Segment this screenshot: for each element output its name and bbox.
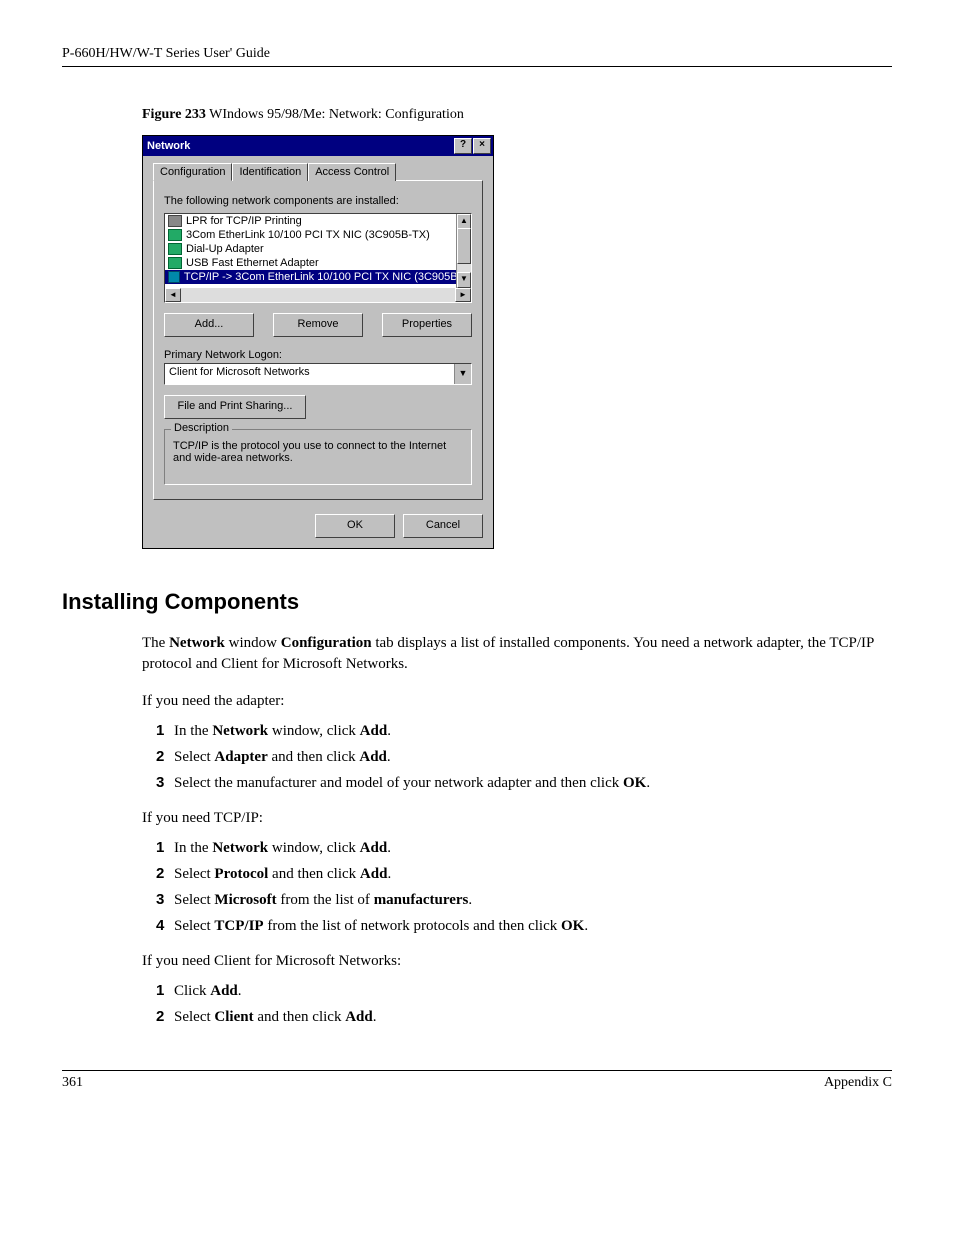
tab-panel: The following network components are ins… bbox=[153, 180, 483, 500]
chevron-down-icon[interactable]: ▼ bbox=[454, 364, 471, 384]
step: 3Select Microsoft from the list of manuf… bbox=[156, 891, 892, 909]
network-dialog: Network ? × Configuration Identification… bbox=[142, 135, 494, 549]
list-item-selected[interactable]: TCP/IP -> 3Com EtherLink 10/100 PCI TX N… bbox=[165, 270, 471, 284]
step: 2Select Adapter and then click Add. bbox=[156, 748, 892, 766]
tcpip-steps: 1In the Network window, click Add. 2Sele… bbox=[156, 839, 892, 935]
description-legend: Description bbox=[171, 422, 232, 434]
header-rule bbox=[62, 66, 892, 67]
titlebar: Network ? × bbox=[143, 136, 493, 156]
combo-value: Client for Microsoft Networks bbox=[165, 364, 454, 384]
help-icon[interactable]: ? bbox=[454, 138, 472, 154]
step: 4Select TCP/IP from the list of network … bbox=[156, 917, 892, 935]
close-icon[interactable]: × bbox=[473, 138, 491, 154]
adapter-lead: If you need the adapter: bbox=[142, 691, 892, 712]
step: 1In the Network window, click Add. bbox=[156, 722, 892, 740]
figure-number: Figure 233 bbox=[142, 107, 206, 122]
adapter-icon bbox=[168, 257, 182, 269]
remove-button[interactable]: Remove bbox=[273, 313, 363, 337]
description-group: Description TCP/IP is the protocol you u… bbox=[164, 429, 472, 485]
vertical-scrollbar[interactable]: ▲ ▼ bbox=[456, 214, 471, 288]
client-lead: If you need Client for Microsoft Network… bbox=[142, 951, 892, 972]
adapter-icon bbox=[168, 229, 182, 241]
tab-identification[interactable]: Identification bbox=[232, 163, 308, 181]
running-header: P-660H/HW/W-T Series User' Guide bbox=[62, 46, 892, 62]
adapter-steps: 1In the Network window, click Add. 2Sele… bbox=[156, 722, 892, 792]
step: 1In the Network window, click Add. bbox=[156, 839, 892, 857]
appendix-label: Appendix C bbox=[824, 1075, 892, 1091]
components-label: The following network components are ins… bbox=[164, 195, 472, 207]
file-print-sharing-button[interactable]: File and Print Sharing... bbox=[164, 395, 306, 419]
step: 3Select the manufacturer and model of yo… bbox=[156, 774, 892, 792]
description-text: TCP/IP is the protocol you use to connec… bbox=[173, 440, 463, 464]
components-listbox[interactable]: LPR for TCP/IP Printing 3Com EtherLink 1… bbox=[164, 213, 472, 303]
titlebar-title: Network bbox=[147, 140, 190, 152]
page-number: 361 bbox=[62, 1075, 83, 1091]
intro-paragraph: The Network window Configuration tab dis… bbox=[142, 633, 892, 675]
figure-title: WIndows 95/98/Me: Network: Configuration bbox=[206, 107, 464, 122]
properties-button[interactable]: Properties bbox=[382, 313, 472, 337]
tab-access-control[interactable]: Access Control bbox=[308, 163, 396, 181]
list-item[interactable]: USB Fast Ethernet Adapter bbox=[165, 256, 471, 270]
tab-strip: Configuration Identification Access Cont… bbox=[153, 162, 483, 180]
tcpip-lead: If you need TCP/IP: bbox=[142, 808, 892, 829]
adapter-icon bbox=[168, 243, 182, 255]
step: 2Select Client and then click Add. bbox=[156, 1008, 892, 1026]
service-icon bbox=[168, 215, 182, 227]
protocol-icon bbox=[168, 271, 180, 283]
list-item[interactable]: Dial-Up Adapter bbox=[165, 242, 471, 256]
step: 1Click Add. bbox=[156, 982, 892, 1000]
section-heading: Installing Components bbox=[62, 589, 892, 615]
list-item[interactable]: LPR for TCP/IP Printing bbox=[165, 214, 471, 228]
list-item[interactable]: 3Com EtherLink 10/100 PCI TX NIC (3C905B… bbox=[165, 228, 471, 242]
tab-configuration[interactable]: Configuration bbox=[153, 163, 232, 181]
scroll-down-icon[interactable]: ▼ bbox=[457, 272, 471, 288]
primary-logon-combo[interactable]: Client for Microsoft Networks ▼ bbox=[164, 363, 472, 385]
add-button[interactable]: Add... bbox=[164, 313, 254, 337]
screenshot-dialog-wrap: Network ? × Configuration Identification… bbox=[142, 135, 892, 549]
ok-button[interactable]: OK bbox=[315, 514, 395, 538]
cancel-button[interactable]: Cancel bbox=[403, 514, 483, 538]
client-steps: 1Click Add. 2Select Client and then clic… bbox=[156, 982, 892, 1026]
primary-logon-label: Primary Network Logon: bbox=[164, 349, 472, 361]
figure-caption: Figure 233 WIndows 95/98/Me: Network: Co… bbox=[142, 107, 892, 123]
horizontal-scrollbar[interactable]: ◄ ► bbox=[165, 288, 471, 302]
scroll-thumb[interactable] bbox=[457, 228, 471, 264]
scroll-right-icon[interactable]: ► bbox=[455, 288, 471, 302]
scroll-left-icon[interactable]: ◄ bbox=[165, 288, 181, 302]
page-footer: 361 Appendix C bbox=[62, 1070, 892, 1091]
step: 2Select Protocol and then click Add. bbox=[156, 865, 892, 883]
